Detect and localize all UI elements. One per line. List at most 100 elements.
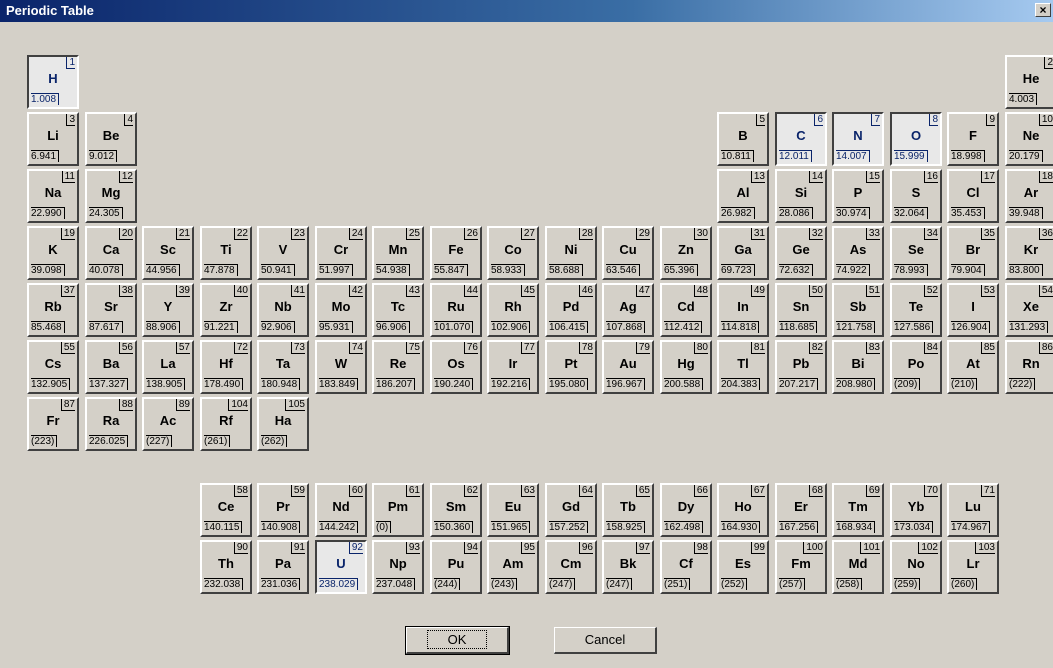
cancel-button[interactable]: Cancel bbox=[554, 627, 657, 654]
element-tile-lu[interactable]: 71 Lu 174.967 bbox=[947, 483, 999, 537]
element-tile-al[interactable]: 13 Al 26.982 bbox=[717, 169, 769, 223]
element-tile-tb[interactable]: 65 Tb 158.925 bbox=[602, 483, 654, 537]
element-tile-rh[interactable]: 45 Rh 102.906 bbox=[487, 283, 539, 337]
element-tile-fe[interactable]: 26 Fe 55.847 bbox=[430, 226, 482, 280]
element-tile-ac[interactable]: 89 Ac (227) bbox=[142, 397, 194, 451]
element-tile-yb[interactable]: 70 Yb 173.034 bbox=[890, 483, 942, 537]
element-tile-sr[interactable]: 38 Sr 87.617 bbox=[85, 283, 137, 337]
element-tile-zn[interactable]: 30 Zn 65.396 bbox=[660, 226, 712, 280]
element-tile-la[interactable]: 57 La 138.905 bbox=[142, 340, 194, 394]
element-tile-b[interactable]: 5 B 10.811 bbox=[717, 112, 769, 166]
element-tile-cf[interactable]: 98 Cf (251) bbox=[660, 540, 712, 594]
close-icon[interactable]: × bbox=[1035, 3, 1051, 17]
element-tile-as[interactable]: 33 As 74.922 bbox=[832, 226, 884, 280]
element-tile-kr[interactable]: 36 Kr 83.800 bbox=[1005, 226, 1053, 280]
element-tile-bk[interactable]: 97 Bk (247) bbox=[602, 540, 654, 594]
element-tile-es[interactable]: 99 Es (252) bbox=[717, 540, 769, 594]
element-tile-h[interactable]: 1 H 1.008 bbox=[27, 55, 79, 109]
element-tile-gd[interactable]: 64 Gd 157.252 bbox=[545, 483, 597, 537]
element-tile-pt[interactable]: 78 Pt 195.080 bbox=[545, 340, 597, 394]
element-tile-pr[interactable]: 59 Pr 140.908 bbox=[257, 483, 309, 537]
element-tile-fm[interactable]: 100 Fm (257) bbox=[775, 540, 827, 594]
element-tile-ta[interactable]: 73 Ta 180.948 bbox=[257, 340, 309, 394]
element-tile-rf[interactable]: 104 Rf (261) bbox=[200, 397, 252, 451]
element-tile-he[interactable]: 2 He 4.003 bbox=[1005, 55, 1053, 109]
element-tile-tc[interactable]: 43 Tc 96.906 bbox=[372, 283, 424, 337]
element-tile-no[interactable]: 102 No (259) bbox=[890, 540, 942, 594]
element-tile-cl[interactable]: 17 Cl 35.453 bbox=[947, 169, 999, 223]
element-tile-sb[interactable]: 51 Sb 121.758 bbox=[832, 283, 884, 337]
element-tile-ba[interactable]: 56 Ba 137.327 bbox=[85, 340, 137, 394]
element-tile-am[interactable]: 95 Am (243) bbox=[487, 540, 539, 594]
element-tile-rn[interactable]: 86 Rn (222) bbox=[1005, 340, 1053, 394]
element-tile-ir[interactable]: 77 Ir 192.216 bbox=[487, 340, 539, 394]
element-tile-br[interactable]: 35 Br 79.904 bbox=[947, 226, 999, 280]
element-tile-o[interactable]: 8 O 15.999 bbox=[890, 112, 942, 166]
element-tile-co[interactable]: 27 Co 58.933 bbox=[487, 226, 539, 280]
element-tile-i[interactable]: 53 I 126.904 bbox=[947, 283, 999, 337]
element-tile-ag[interactable]: 47 Ag 107.868 bbox=[602, 283, 654, 337]
element-tile-te[interactable]: 52 Te 127.586 bbox=[890, 283, 942, 337]
element-tile-ga[interactable]: 31 Ga 69.723 bbox=[717, 226, 769, 280]
element-tile-ce[interactable]: 58 Ce 140.115 bbox=[200, 483, 252, 537]
element-tile-nb[interactable]: 41 Nb 92.906 bbox=[257, 283, 309, 337]
element-tile-ra[interactable]: 88 Ra 226.025 bbox=[85, 397, 137, 451]
element-tile-mg[interactable]: 12 Mg 24.305 bbox=[85, 169, 137, 223]
element-tile-pd[interactable]: 46 Pd 106.415 bbox=[545, 283, 597, 337]
element-tile-fr[interactable]: 87 Fr (223) bbox=[27, 397, 79, 451]
element-tile-bi[interactable]: 83 Bi 208.980 bbox=[832, 340, 884, 394]
element-tile-y[interactable]: 39 Y 88.906 bbox=[142, 283, 194, 337]
element-tile-in[interactable]: 49 In 114.818 bbox=[717, 283, 769, 337]
element-tile-v[interactable]: 23 V 50.941 bbox=[257, 226, 309, 280]
element-tile-dy[interactable]: 66 Dy 162.498 bbox=[660, 483, 712, 537]
element-tile-ca[interactable]: 20 Ca 40.078 bbox=[85, 226, 137, 280]
element-tile-pb[interactable]: 82 Pb 207.217 bbox=[775, 340, 827, 394]
element-tile-at[interactable]: 85 At (210) bbox=[947, 340, 999, 394]
element-tile-c[interactable]: 6 C 12.011 bbox=[775, 112, 827, 166]
element-tile-n[interactable]: 7 N 14.007 bbox=[832, 112, 884, 166]
element-tile-sm[interactable]: 62 Sm 150.360 bbox=[430, 483, 482, 537]
element-tile-re[interactable]: 75 Re 186.207 bbox=[372, 340, 424, 394]
element-tile-ne[interactable]: 10 Ne 20.179 bbox=[1005, 112, 1053, 166]
element-tile-k[interactable]: 19 K 39.098 bbox=[27, 226, 79, 280]
element-tile-rb[interactable]: 37 Rb 85.468 bbox=[27, 283, 79, 337]
element-tile-u[interactable]: 92 U 238.029 bbox=[315, 540, 367, 594]
element-tile-lr[interactable]: 103 Lr (260) bbox=[947, 540, 999, 594]
element-tile-mo[interactable]: 42 Mo 95.931 bbox=[315, 283, 367, 337]
element-tile-md[interactable]: 101 Md (258) bbox=[832, 540, 884, 594]
element-tile-mn[interactable]: 25 Mn 54.938 bbox=[372, 226, 424, 280]
element-tile-ti[interactable]: 22 Ti 47.878 bbox=[200, 226, 252, 280]
ok-button[interactable]: OK bbox=[405, 626, 510, 655]
element-tile-xe[interactable]: 54 Xe 131.293 bbox=[1005, 283, 1053, 337]
element-tile-pu[interactable]: 94 Pu (244) bbox=[430, 540, 482, 594]
element-tile-zr[interactable]: 40 Zr 91.221 bbox=[200, 283, 252, 337]
element-tile-cu[interactable]: 29 Cu 63.546 bbox=[602, 226, 654, 280]
element-tile-os[interactable]: 76 Os 190.240 bbox=[430, 340, 482, 394]
element-tile-f[interactable]: 9 F 18.998 bbox=[947, 112, 999, 166]
element-tile-w[interactable]: 74 W 183.849 bbox=[315, 340, 367, 394]
element-tile-be[interactable]: 4 Be 9.012 bbox=[85, 112, 137, 166]
element-tile-tl[interactable]: 81 Tl 204.383 bbox=[717, 340, 769, 394]
element-tile-po[interactable]: 84 Po (209) bbox=[890, 340, 942, 394]
element-tile-ha[interactable]: 105 Ha (262) bbox=[257, 397, 309, 451]
element-tile-ar[interactable]: 18 Ar 39.948 bbox=[1005, 169, 1053, 223]
element-tile-si[interactable]: 14 Si 28.086 bbox=[775, 169, 827, 223]
element-tile-pa[interactable]: 91 Pa 231.036 bbox=[257, 540, 309, 594]
element-tile-cr[interactable]: 24 Cr 51.997 bbox=[315, 226, 367, 280]
element-tile-sn[interactable]: 50 Sn 118.685 bbox=[775, 283, 827, 337]
element-tile-nd[interactable]: 60 Nd 144.242 bbox=[315, 483, 367, 537]
element-tile-cs[interactable]: 55 Cs 132.905 bbox=[27, 340, 79, 394]
element-tile-np[interactable]: 93 Np 237.048 bbox=[372, 540, 424, 594]
element-tile-cd[interactable]: 48 Cd 112.412 bbox=[660, 283, 712, 337]
element-tile-li[interactable]: 3 Li 6.941 bbox=[27, 112, 79, 166]
element-tile-p[interactable]: 15 P 30.974 bbox=[832, 169, 884, 223]
element-tile-ge[interactable]: 32 Ge 72.632 bbox=[775, 226, 827, 280]
element-tile-ni[interactable]: 28 Ni 58.688 bbox=[545, 226, 597, 280]
element-tile-na[interactable]: 11 Na 22.990 bbox=[27, 169, 79, 223]
element-tile-hf[interactable]: 72 Hf 178.490 bbox=[200, 340, 252, 394]
element-tile-pm[interactable]: 61 Pm (0) bbox=[372, 483, 424, 537]
element-tile-s[interactable]: 16 S 32.064 bbox=[890, 169, 942, 223]
element-tile-eu[interactable]: 63 Eu 151.965 bbox=[487, 483, 539, 537]
element-tile-sc[interactable]: 21 Sc 44.956 bbox=[142, 226, 194, 280]
element-tile-ru[interactable]: 44 Ru 101.070 bbox=[430, 283, 482, 337]
